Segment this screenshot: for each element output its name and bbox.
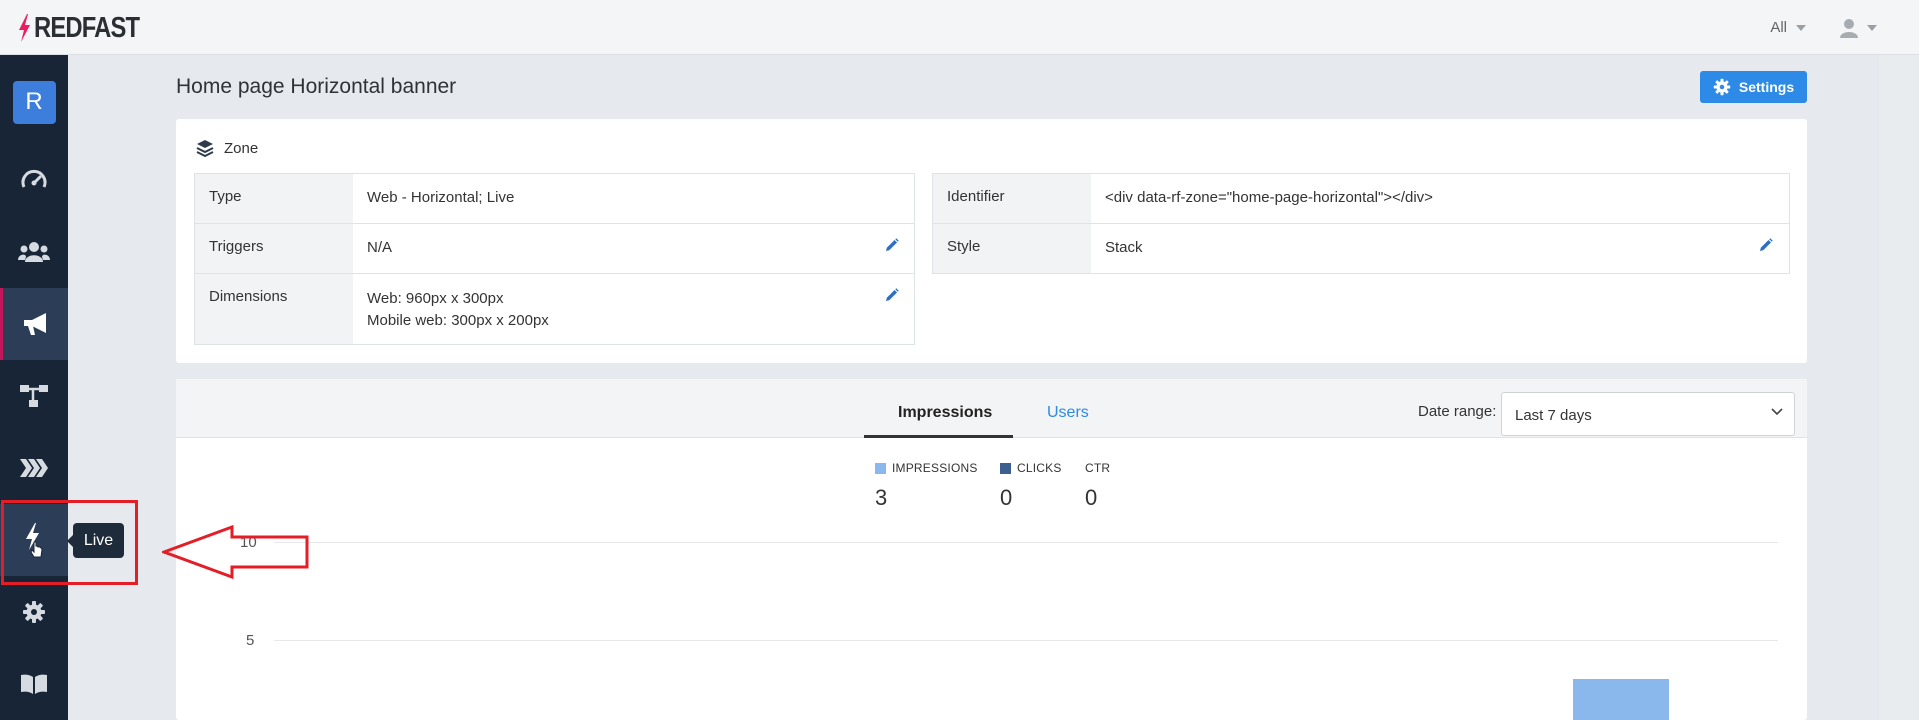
top-bar: REDFAST All [0,0,1919,55]
row-value: N/A [367,239,393,256]
account-avatar: R [12,80,56,124]
chevron-down-icon [1771,408,1783,416]
active-tab-indicator [864,435,1013,438]
caret-down-icon [1796,24,1806,31]
dimension-mobile: Mobile web: 300px x 200px [367,312,549,329]
legend-label: IMPRESSIONS [892,461,978,475]
logo-text: REDFAST [34,11,140,44]
edit-triggers-icon[interactable] [885,238,899,252]
user-icon [1840,18,1858,38]
y-tick-label: 5 [246,632,255,649]
table-row: Identifier <div data-rf-zone="home-page-… [933,174,1789,223]
row-label: Dimensions [195,274,353,344]
impressions-total: 3 [875,485,888,510]
layers-icon [196,140,214,157]
sidebar-item-settings[interactable] [0,576,68,648]
user-menu[interactable] [1840,18,1877,38]
sidebar-item-sequences[interactable] [0,432,68,504]
annotation-highlight-box [1,500,138,585]
zone-details-table: Type Web - Horizontal; Live Triggers N/A… [194,173,915,345]
row-value: <div data-rf-zone="home-page-horizontal"… [1105,189,1433,206]
table-row: Style Stack [933,223,1789,273]
dimension-web: Web: 960px x 300px [367,290,504,307]
page-title: Home page Horizontal banner [176,75,457,98]
legend-label: CTR [1085,461,1111,475]
logo[interactable]: REDFAST [16,12,162,44]
legend-ctr[interactable]: CTR [1085,461,1110,475]
sidebar-item-promotions[interactable] [0,288,68,360]
scope-filter-dropdown[interactable]: All [1770,19,1806,36]
zone-header: Zone [196,139,258,157]
gear-icon [23,601,45,623]
sidebar-item-account[interactable]: R [0,66,68,138]
gear-icon [1713,78,1731,96]
sidebar-item-dashboard[interactable] [0,144,68,216]
annotation-arrow-icon [162,524,309,580]
settings-button-label: Settings [1738,79,1795,95]
row-label: Style [933,224,1091,273]
book-icon [21,674,47,694]
ctr-total: 0 [1085,485,1098,510]
legend-impressions[interactable]: IMPRESSIONS [875,461,978,475]
zone-heading: Zone [224,139,259,157]
gridline-10 [274,542,1778,543]
row-label: Type [195,174,353,223]
sidebar-item-docs[interactable] [0,648,68,720]
date-range-select[interactable]: Last 7 days [1501,392,1795,436]
impressions-bar[interactable] [1573,679,1669,720]
sidebar-item-users[interactable] [0,216,68,288]
date-range-value: Last 7 days [1515,407,1592,424]
users-icon [18,242,50,262]
impressions-swatch [875,462,886,474]
sidebar: R [0,55,68,720]
megaphone-icon [23,313,46,335]
caret-down-icon [1867,24,1877,31]
row-label: Triggers [195,224,353,273]
clicks-swatch [1000,462,1011,474]
table-row: Type Web - Horizontal; Live [195,174,914,223]
gridline-5 [274,640,1778,641]
row-value: Web - Horizontal; Live [367,189,515,206]
row-value: Stack [1105,239,1143,256]
tab-impressions[interactable]: Impressions [898,404,992,422]
legend-clicks[interactable]: CLICKS [1000,461,1062,475]
stats-header: Impressions Users Date range: Last 7 day… [176,379,1807,438]
stats-card: Impressions Users Date range: Last 7 day… [176,379,1807,720]
scope-filter-label: All [1770,19,1787,36]
chevrons-icon [20,459,48,477]
settings-button[interactable]: Settings [1700,71,1807,103]
clicks-total: 0 [1000,485,1013,510]
edit-dimensions-icon[interactable] [885,288,899,302]
zone-identifier-table: Identifier <div data-rf-zone="home-page-… [932,173,1790,274]
speedometer-icon [21,169,47,188]
zone-card: Zone Type Web - Horizontal; Live Trigger… [176,119,1807,363]
row-value: Web: 960px x 300px Mobile web: 300px x 2… [353,274,549,344]
page-scrollbar-track[interactable] [1879,55,1919,720]
sitemap-icon [20,385,48,407]
tab-users[interactable]: Users [1047,404,1089,422]
table-row: Triggers N/A [195,223,914,273]
row-label: Identifier [933,174,1091,223]
table-row: Dimensions Web: 960px x 300px Mobile web… [195,273,914,344]
bolt-logo-icon [19,14,30,42]
date-range-label: Date range: [1418,403,1497,420]
sidebar-item-flows[interactable] [0,360,68,432]
edit-style-icon[interactable] [1759,238,1773,252]
legend-label: CLICKS [1017,461,1062,475]
